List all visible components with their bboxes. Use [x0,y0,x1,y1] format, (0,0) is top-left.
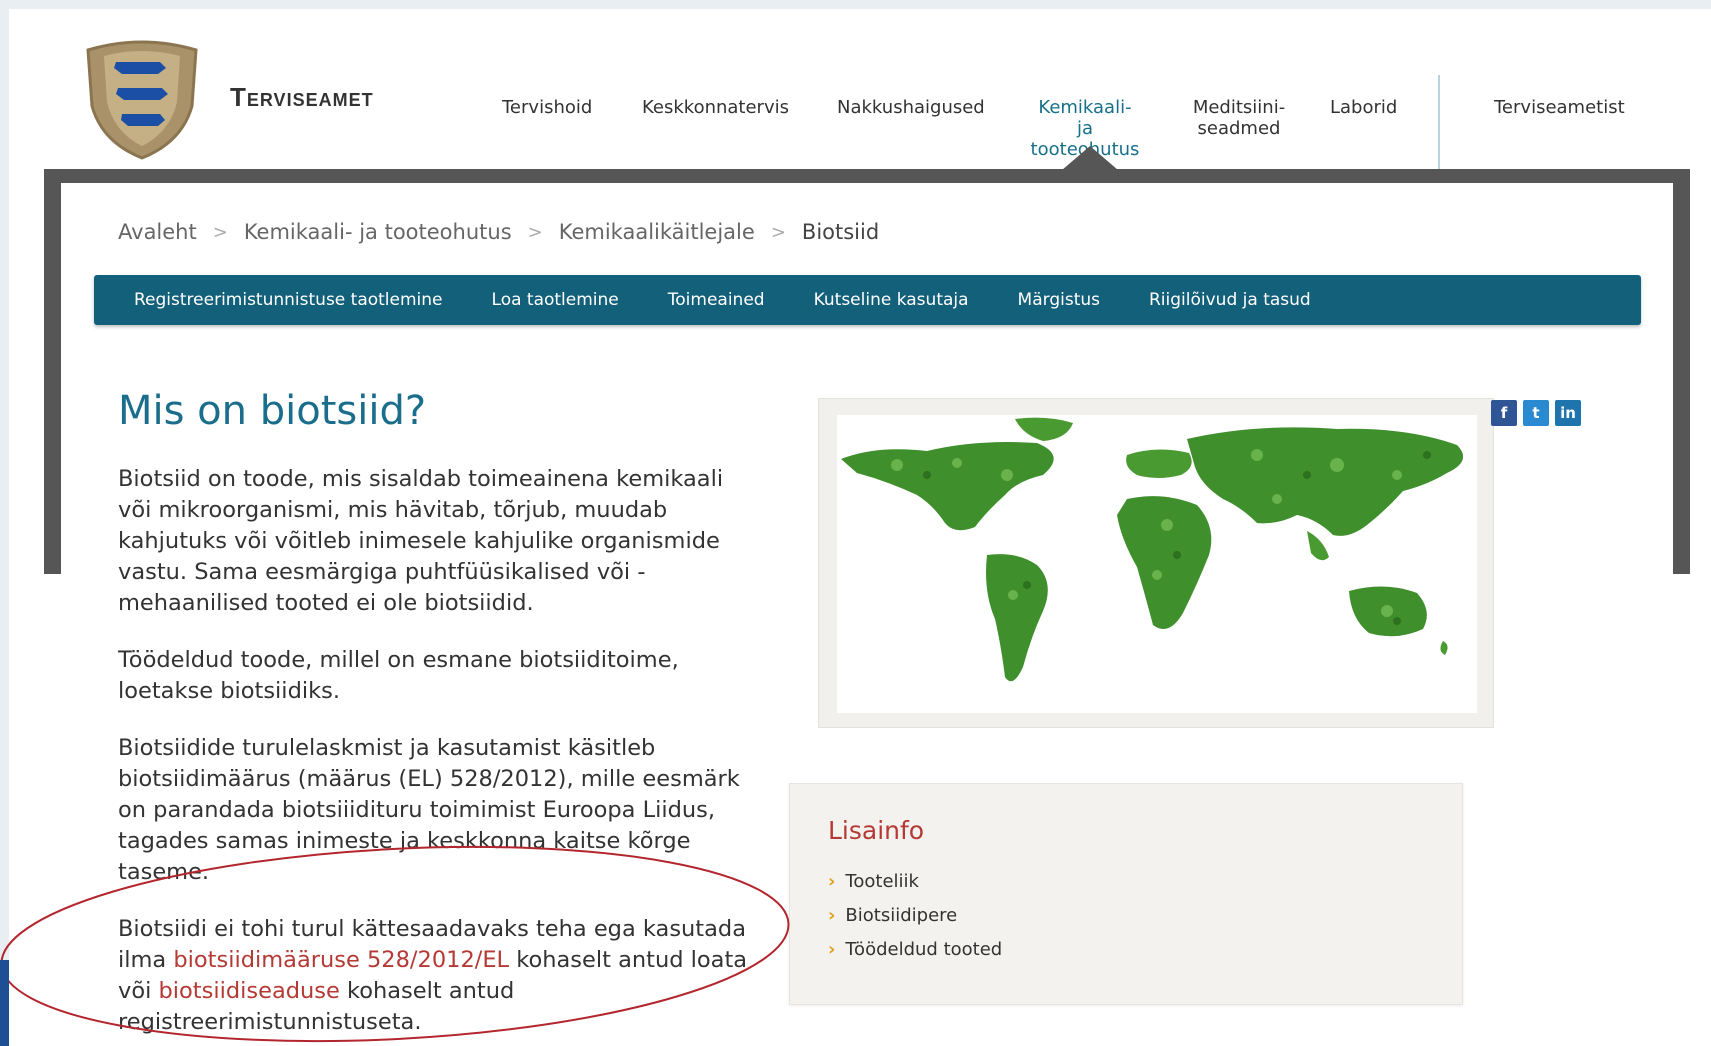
topnav-meditsiiniseadmed[interactable]: Meditsiini- seadmed [1184,97,1294,139]
facebook-share-icon[interactable]: f [1491,400,1517,426]
topnav-kemikaali-line2: ja [1076,118,1094,139]
green-world-map-image [841,417,1464,682]
paragraph-definition: Biotsiid on toode, mis sisaldab toimeain… [118,466,724,616]
page-title: Mis on biotsiid? [118,388,427,434]
subnav-margistus[interactable]: Märgistus [1018,290,1100,310]
info-box-title: Lisainfo [828,816,925,845]
info-link-label: Biotsiidipere [845,905,958,926]
topnav-terviseametist[interactable]: Terviseametist [1494,97,1625,118]
nav-separator [1438,75,1440,169]
paragraph-regulation: Biotsiidide turulelaskmist ja kasutamist… [118,735,740,885]
breadcrumb-current: Biotsiid [801,220,880,244]
topnav-meditsiini-line1: Meditsiini- [1192,97,1286,118]
breadcrumb: Avaleht > Kemikaali- ja tooteohutus > Ke… [118,220,879,244]
subnav-kutseline-kasutaja[interactable]: Kutseline kasutaja [814,290,969,310]
biocide-act-link[interactable]: biotsiidiseaduse [159,978,340,1004]
chevron-right-icon: › [828,939,836,960]
site-name[interactable]: Terviseamet [230,82,374,113]
breadcrumb-kemikaalikaitlejale[interactable]: Kemikaalikäitlejale [559,220,755,244]
topnav-tervishoid[interactable]: Tervishoid [502,97,592,118]
breadcrumb-kemikaali[interactable]: Kemikaali- ja tooteohutus [244,220,512,244]
topnav-nakkushaigused[interactable]: Nakkushaigused [837,97,985,118]
info-link-label: Tooteliik [845,871,919,892]
topnav-laborid[interactable]: Laborid [1330,97,1397,118]
paragraph-treated-article: Töödeldud toode, millel on esmane biotsi… [118,647,679,704]
active-nav-indicator [1062,146,1118,170]
chevron-right-icon: › [828,871,836,892]
subnav-loa-taotlemine[interactable]: Loa taotlemine [492,290,619,310]
section-subnav: Registreerimistunnistuse taotlemine Loa … [94,275,1641,325]
subnav-riigiloivud[interactable]: Riigilõivud ja tasud [1149,290,1311,310]
regulation-link[interactable]: biotsiidimääruse 528/2012/EL [173,947,509,973]
info-link-biotsiidipere[interactable]: › Biotsiidipere [828,905,957,926]
breadcrumb-separator-icon: > [212,221,228,243]
info-link-tooteliik[interactable]: › Tooteliik [828,871,919,892]
topnav-keskkonnatervis[interactable]: Keskkonnatervis [642,97,789,118]
breadcrumb-separator-icon: > [770,221,786,243]
topnav-meditsiini-line2: seadmed [1197,118,1281,139]
subnav-registreerimistunnistus[interactable]: Registreerimistunnistuse taotlemine [134,290,443,310]
background-window-edge [0,960,9,1046]
info-link-toodeldud-tooted[interactable]: › Töödeldud tooted [828,939,1002,960]
subnav-toimeained[interactable]: Toimeained [668,290,765,310]
paragraph-market-requirement: Biotsiidi ei tohi turul kättesaadavaks t… [118,914,758,1038]
info-link-label: Töödeldud tooted [845,939,1003,960]
twitter-share-icon[interactable]: t [1523,400,1549,426]
topnav-kemikaali-line1: Kemikaali- [1038,97,1132,118]
additional-info-box: Lisainfo › Tooteliik › Biotsiidipere › T… [789,783,1463,1005]
estonian-coat-of-arms-logo[interactable] [78,36,206,160]
breadcrumb-avaleht[interactable]: Avaleht [118,220,197,244]
image-frame [818,398,1494,728]
chevron-right-icon: › [828,905,836,926]
image-canvas [837,415,1477,713]
linkedin-share-icon[interactable]: in [1555,400,1581,426]
breadcrumb-separator-icon: > [527,221,543,243]
